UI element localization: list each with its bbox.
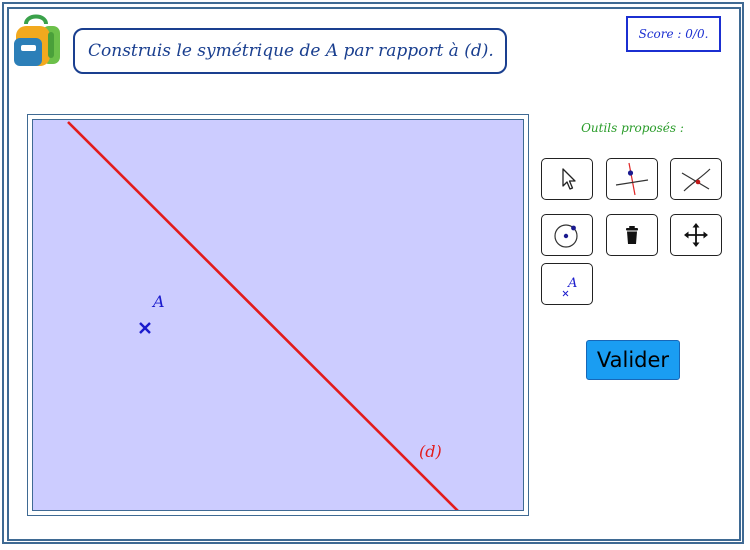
point-label-icon: A bbox=[562, 276, 577, 297]
perpendicular-tool-button[interactable] bbox=[606, 158, 658, 200]
tool-point-label: A bbox=[567, 276, 577, 291]
line-d-label: (d) bbox=[419, 442, 442, 461]
intersection-tool-button[interactable] bbox=[670, 158, 722, 200]
canvas-frame: A (d) bbox=[27, 114, 529, 516]
trash-icon bbox=[626, 226, 638, 244]
score-text: Score : 0/0. bbox=[638, 27, 709, 41]
arrow-cursor-icon bbox=[562, 168, 576, 190]
intersection-icon bbox=[681, 168, 711, 192]
point-a-label: A bbox=[151, 292, 165, 311]
geometry-canvas[interactable]: A (d) bbox=[32, 119, 524, 511]
backpack-logo-icon bbox=[14, 14, 60, 66]
instruction-text: Construis le symétrique de A par rapport… bbox=[88, 41, 494, 61]
tools-title: Outils proposés : bbox=[581, 121, 684, 135]
perpendicular-icon bbox=[615, 162, 649, 196]
score-box: Score : 0/0. bbox=[626, 16, 721, 52]
pointer-tool-button[interactable] bbox=[541, 158, 593, 200]
point-a-marker[interactable] bbox=[139, 322, 151, 334]
label-point-tool-button[interactable]: A bbox=[541, 263, 593, 305]
validate-button[interactable]: Valider bbox=[586, 340, 680, 380]
compass-circle-icon bbox=[554, 224, 578, 248]
delete-tool-button[interactable] bbox=[606, 214, 658, 256]
geometry-drawing[interactable]: A (d) bbox=[33, 120, 523, 510]
instruction-box: Construis le symétrique de A par rapport… bbox=[73, 28, 507, 74]
circle-tool-button[interactable] bbox=[541, 214, 593, 256]
move-tool-button[interactable] bbox=[670, 214, 722, 256]
move-arrows-icon bbox=[684, 223, 708, 247]
line-d[interactable] bbox=[67, 121, 459, 510]
